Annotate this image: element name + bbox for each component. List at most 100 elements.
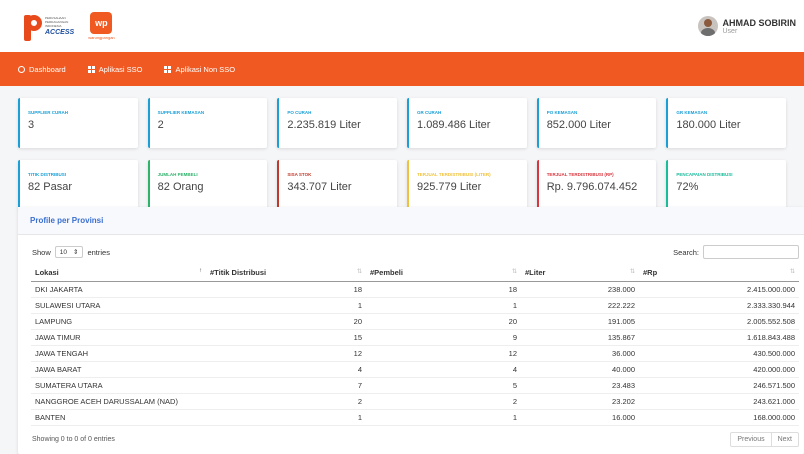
dashboard-icon <box>18 65 25 73</box>
cell-pembeli: 12 <box>366 345 521 362</box>
warungpangan-logo[interactable]: wp warungpangan <box>88 12 115 40</box>
previous-button[interactable]: Previous <box>731 433 770 446</box>
stat-card-gr-curah: GR CURAH 1.089.486 Liter <box>407 98 527 148</box>
nav-aplikasi-sso-label: Aplikasi SSO <box>98 64 143 74</box>
table-row: LAMPUNG 20 20 191.005 2.005.552.508 <box>31 313 799 330</box>
stat-card-row-1: SUPPLIER CURAH 3 SUPPLIER KEMASAN 2 PO CUR… <box>18 98 787 148</box>
stat-card-value: 2 <box>157 119 164 131</box>
panel-header: Profile per Provinsi <box>18 207 804 235</box>
entries-label: entries <box>87 247 110 257</box>
stat-card-label: GR CURAH <box>417 110 442 115</box>
cell-pembeli: 4 <box>366 361 521 379</box>
nav-aplikasi-non-sso[interactable]: Aplikasi Non SSO <box>164 65 235 74</box>
entries-select[interactable]: 10 ⇕ <box>54 246 84 258</box>
panel-title: Profile per Provinsi <box>30 216 104 225</box>
ppi-logo-text: PERUSAHAAN PERDAGANGAN INDONESIA ACCESS <box>45 16 74 37</box>
stat-card-po-kemasan: PO KEMASAN 852.000 Liter <box>536 98 657 148</box>
col-pembeli[interactable]: #Pembeli ⇅ <box>366 264 521 282</box>
show-label: Show <box>32 247 51 257</box>
sort-icon: ⇅ <box>629 268 635 275</box>
cell-titik: 1 <box>206 297 366 314</box>
cell-liter: 238.000 <box>521 281 639 298</box>
stat-card-terjual-liter: TERJUAL TERDISTRIBUSI (LITER) 925.779 Lit… <box>407 160 527 210</box>
nav-aplikasi-sso[interactable]: Aplikasi SSO <box>87 64 143 74</box>
stat-card-value: 852.000 Liter <box>546 119 611 131</box>
col-lokasi-label: Lokasi <box>35 267 59 277</box>
logo-access-text: ACCESS <box>45 28 75 36</box>
logo-group: PERUSAHAAN PERDAGANGAN INDONESIA ACCESS … <box>22 11 115 41</box>
cell-rp: 2.333.330.944 <box>639 297 799 314</box>
stat-card-value: 82 Orang <box>157 181 204 193</box>
ppi-access-logo[interactable]: PERUSAHAAN PERDAGANGAN INDONESIA ACCESS <box>22 11 74 41</box>
col-rp[interactable]: #Rp ⇅ <box>639 264 799 282</box>
stat-card-jumlah-pembeli: JUMLAH PEMBELI 82 Orang <box>147 160 268 210</box>
entries-length: Show 10 ⇕ entries <box>32 246 110 258</box>
col-lokasi[interactable]: Lokasi ↑ <box>31 264 206 282</box>
cell-rp: 420.000.000 <box>639 361 799 379</box>
user-info: AHMAD SOBIRIN User <box>723 18 797 35</box>
search-input[interactable] <box>703 245 799 259</box>
cell-liter: 23.483 <box>521 377 639 395</box>
stat-card-supplier-kemasan: SUPPLIER KEMASAN 2 <box>147 98 268 148</box>
user-menu[interactable]: AHMAD SOBIRIN User <box>697 16 797 36</box>
cell-pembeli: 2 <box>366 393 521 411</box>
col-liter[interactable]: #Liter ⇅ <box>521 264 639 282</box>
stat-card-value: 1.089.486 Liter <box>417 119 491 131</box>
stat-card-label: PENCAPAIAN DISTRIBUSI <box>676 172 733 177</box>
col-titik-distribusi[interactable]: #Titik Distribusi ⇅ <box>206 264 366 282</box>
stat-card-label: SUPPLIER CURAH <box>28 110 69 115</box>
stat-card-po-curah: PO CURAH 2.235.819 Liter <box>277 98 398 148</box>
stat-card-label: SUPPLIER KEMASAN <box>157 110 205 115</box>
province-table: Lokasi ↑ #Titik Distribusi ⇅ #Pembeli ⇅ #Li… <box>31 264 799 427</box>
stat-cards: SUPPLIER CURAH 3 SUPPLIER KEMASAN 2 PO CUR… <box>0 98 804 210</box>
cell-liter: 16.000 <box>521 409 639 427</box>
stat-card-supplier-curah: SUPPLIER CURAH 3 <box>18 98 138 148</box>
sort-asc-icon: ↑ <box>199 267 202 274</box>
cell-rp: 430.500.000 <box>639 345 799 362</box>
cell-liter: 40.000 <box>521 361 639 379</box>
stat-card-titik-distribusi: TITIK DISTRIBUSI 82 Pasar <box>18 160 138 210</box>
cell-lokasi: SUMATERA UTARA <box>31 377 206 395</box>
grid-icon <box>164 65 172 73</box>
cell-pembeli: 20 <box>366 313 521 330</box>
stat-card-value: Rp. 9.796.074.452 <box>546 181 638 193</box>
stat-card-value: 343.707 Liter <box>287 181 352 193</box>
cell-rp: 1.618.843.488 <box>639 329 799 346</box>
profile-panel: Profile per Provinsi Show 10 ⇕ entries S… <box>18 207 804 454</box>
next-button[interactable]: Next <box>770 433 798 447</box>
main-nav: Dashboard Aplikasi SSO Aplikasi Non SSO <box>0 52 804 86</box>
ppi-logo-mark <box>22 11 42 41</box>
stat-card-label: JUMLAH PEMBELI <box>157 172 198 177</box>
sort-icon: ⇅ <box>511 268 517 275</box>
cell-liter: 191.005 <box>521 313 639 330</box>
cell-liter: 36.000 <box>521 345 639 362</box>
table-row: BANTEN 1 1 16.000 168.000.000 <box>31 409 799 427</box>
col-liter-label: #Liter <box>525 267 546 277</box>
nav-dashboard[interactable]: Dashboard <box>18 65 66 74</box>
cell-liter: 135.867 <box>521 329 639 346</box>
cell-pembeli: 1 <box>366 409 521 427</box>
table-header-row: Lokasi ↑ #Titik Distribusi ⇅ #Pembeli ⇅ #Li… <box>31 264 799 282</box>
stat-card-label: SISA STOK <box>287 172 312 177</box>
cell-titik: 1 <box>206 409 366 427</box>
stat-card-value: 2.235.819 Liter <box>287 119 361 131</box>
cell-lokasi: NANGGROE ACEH DARUSSALAM (NAD) <box>31 393 206 411</box>
cell-lokasi: BANTEN <box>31 409 206 427</box>
cell-pembeli: 1 <box>366 297 521 314</box>
cell-lokasi: JAWA TENGAH <box>31 345 206 362</box>
sort-icon: ⇅ <box>356 268 362 275</box>
cell-titik: 20 <box>206 313 366 330</box>
table-row: NANGGROE ACEH DARUSSALAM (NAD) 2 2 23.202 24… <box>31 393 799 411</box>
stat-card-label: GR KEMASAN <box>676 110 708 115</box>
user-role: User <box>722 27 738 35</box>
cell-rp: 243.621.000 <box>639 393 799 411</box>
cell-rp: 168.000.000 <box>639 409 799 427</box>
cell-titik: 4 <box>206 361 366 379</box>
cell-lokasi: JAWA BARAT <box>31 361 206 379</box>
cell-lokasi: JAWA TIMUR <box>31 329 206 346</box>
cell-titik: 15 <box>206 329 366 346</box>
table-footer: Showing 0 to 0 of 0 entries Previous Nex… <box>18 426 804 448</box>
cell-rp: 2.415.000.000 <box>639 281 799 298</box>
cell-liter: 222.222 <box>521 297 639 314</box>
table-row: SUMATERA UTARA 7 5 23.483 246.571.500 <box>31 377 799 395</box>
